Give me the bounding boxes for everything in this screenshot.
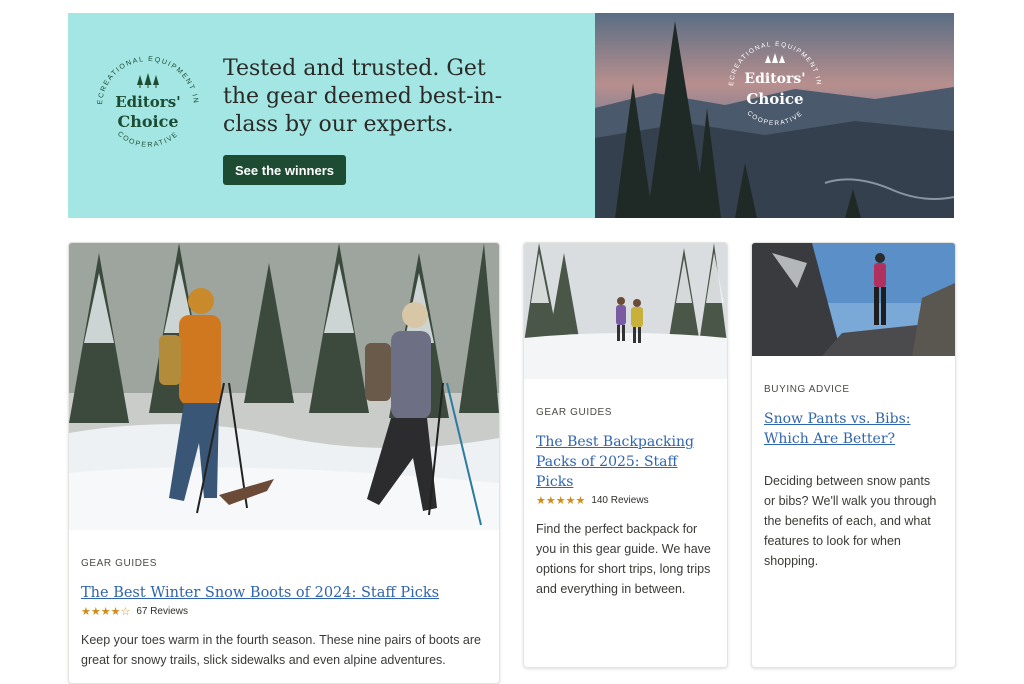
review-count: 140 Reviews: [591, 495, 649, 506]
review-count: 67 Reviews: [136, 606, 189, 617]
snowshoe-hikers-photo[interactable]: [69, 243, 499, 530]
svg-text:Choice: Choice: [117, 112, 178, 131]
banner-headline: Tested and trusted. Get the gear deemed …: [223, 56, 503, 137]
svg-text:Editors': Editors': [744, 71, 805, 87]
svg-text:Choice: Choice: [746, 90, 803, 108]
card-title-link[interactable]: The Best Winter Snow Boots of 2024: Staf…: [81, 583, 487, 603]
editors-choice-badge: RECREATIONAL EQUIPMENT INC COOPERATIVE E…: [88, 45, 197, 149]
mountain-sunset-photo: RECREATIONAL EQUIPMENT INC COOPERATIVE E…: [595, 13, 954, 218]
card-description: Keep your toes warm in the fourth season…: [81, 633, 481, 667]
card-description: Deciding between snow pants or bibs? We'…: [764, 474, 937, 568]
star-rating-icon: ★★★★★: [536, 495, 586, 507]
rating: ★★★★★ 140 Reviews: [536, 494, 715, 507]
svg-text:COOPERATIVE: COOPERATIVE: [116, 131, 180, 149]
article-card[interactable]: GEAR GUIDES The Best Backpacking Packs o…: [523, 242, 728, 668]
card-category: BUYING ADVICE: [764, 384, 850, 395]
card-title-link[interactable]: Snow Pants vs. Bibs: Which Are Better?: [764, 409, 943, 449]
climber-on-rock-photo[interactable]: [752, 243, 955, 356]
card-category: GEAR GUIDES: [536, 407, 613, 418]
star-rating-icon: ★★★★☆: [81, 606, 131, 618]
see-winners-button[interactable]: See the winners: [223, 155, 346, 185]
svg-text:Editors': Editors': [115, 93, 181, 111]
rating: ★★★★☆ 67 Reviews: [81, 605, 487, 618]
tree-icons: [137, 73, 159, 88]
card-category: GEAR GUIDES: [81, 558, 158, 569]
article-card[interactable]: GEAR GUIDES The Best Winter Snow Boots o…: [68, 242, 500, 684]
card-description: Find the perfect backpack for you in thi…: [536, 522, 711, 596]
article-card[interactable]: BUYING ADVICE Snow Pants vs. Bibs: Which…: [751, 242, 956, 668]
backpackers-snowy-trail-photo[interactable]: [524, 243, 727, 379]
card-title-link[interactable]: The Best Backpacking Packs of 2025: Staf…: [536, 432, 715, 492]
editors-choice-banner: RECREATIONAL EQUIPMENT INC COOPERATIVE E…: [68, 13, 954, 218]
